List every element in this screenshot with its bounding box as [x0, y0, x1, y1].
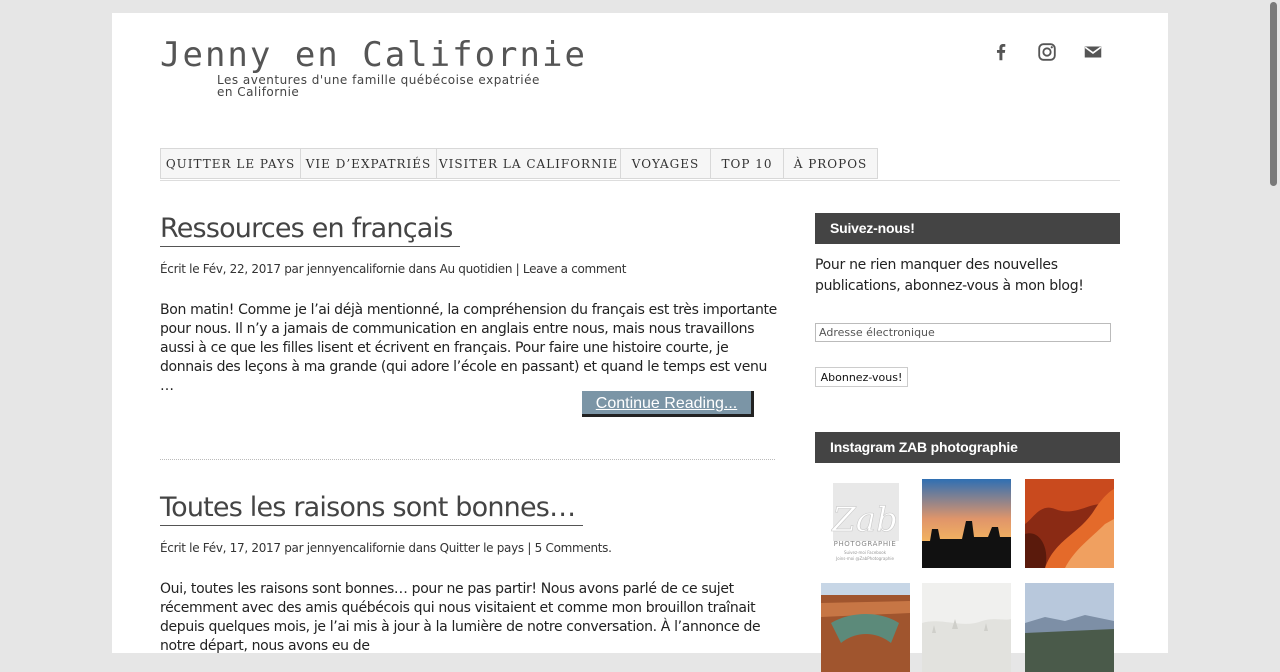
site-title[interactable]: Jenny en Californie: [160, 35, 587, 75]
post-title[interactable]: Ressources en français: [160, 213, 461, 247]
email-input[interactable]: [815, 323, 1111, 342]
post-meta-separator: |: [512, 262, 523, 276]
instagram-thumb-canyon[interactable]: [1025, 479, 1114, 568]
post-comments-link[interactable]: Leave a comment: [523, 262, 627, 276]
instagram-thumb-mountains[interactable]: [1025, 583, 1114, 672]
facebook-icon[interactable]: [990, 41, 1012, 63]
instagram-icon[interactable]: [1036, 41, 1058, 63]
post-title[interactable]: Toutes les raisons sont bonnes…: [160, 492, 584, 526]
continue-reading-button[interactable]: Continue Reading...: [582, 391, 754, 417]
site-tagline: Les aventures d'une famille québécoise e…: [217, 73, 540, 99]
post-author-link[interactable]: jennyencalifornie: [307, 541, 405, 555]
post-meta-text: dans: [404, 541, 440, 555]
post-author-link[interactable]: jennyencalifornie: [307, 262, 405, 276]
page-scrollbar[interactable]: [1266, 0, 1280, 632]
post-meta-separator: |: [523, 541, 535, 555]
nav-item-quitter-le-pays[interactable]: QUITTER LE PAYS: [160, 148, 301, 179]
post-separator: [160, 459, 775, 460]
post-comments-link[interactable]: 5 Comments.: [535, 541, 612, 555]
zab-logo-line-2: Joins-moi @ZabPhotographie: [835, 556, 894, 561]
subscribe-button[interactable]: Abonnez-vous!: [815, 367, 908, 387]
nav-item-a-propos[interactable]: À PROPOS: [783, 148, 878, 179]
post-category-link[interactable]: Quitter le pays: [440, 541, 525, 555]
nav-item-visiter-la-californie[interactable]: VISITER LA CALIFORNIE: [436, 148, 621, 179]
post-meta: Écrit le Fév, 22, 2017 par jennyencalifo…: [160, 262, 626, 276]
instagram-thumb-sunset[interactable]: [922, 479, 1011, 568]
follow-widget-text: Pour ne rien manquer des nouvelles publi…: [815, 257, 1084, 294]
post-meta-text: dans: [404, 262, 440, 276]
nav-item-top-10[interactable]: TOP 10: [710, 148, 784, 179]
post-excerpt: Bon matin! Comme je l’ai déjà mentionné,…: [160, 302, 777, 394]
scrollbar-thumb[interactable]: [1270, 2, 1277, 186]
instagram-widget-title: Instagram ZAB photographie: [815, 432, 1120, 463]
zab-logo-text: Zab: [831, 500, 898, 540]
instagram-thumb-horseshoe-bend[interactable]: [821, 583, 910, 672]
post-excerpt: Oui, toutes les raisons sont bonnes… pou…: [160, 581, 761, 654]
post-date: Écrit le Fév, 17, 2017 par: [160, 541, 307, 555]
nav-item-voyages[interactable]: VOYAGES: [620, 148, 711, 179]
main-nav: QUITTER LE PAYS VIE D’EXPATRIÉS VISITER …: [160, 148, 1120, 181]
email-icon[interactable]: [1082, 41, 1104, 63]
instagram-thumb-logo[interactable]: Zab PHOTOGRAPHIE Suivez-moi Facebook Joi…: [821, 479, 910, 568]
post-date: Écrit le Fév, 22, 2017 par: [160, 262, 307, 276]
page-container: Jenny en Californie Les aventures d'une …: [112, 13, 1168, 672]
nav-item-vie-expatries[interactable]: VIE D’EXPATRIÉS: [300, 148, 437, 179]
zab-logo-line-1: Suivez-moi Facebook: [844, 550, 887, 555]
post-meta: Écrit le Fév, 17, 2017 par jennyencalifo…: [160, 541, 612, 555]
instagram-thumb-fog[interactable]: [922, 583, 1011, 672]
follow-widget-title: Suivez-nous!: [815, 213, 1120, 244]
post-category-link[interactable]: Au quotidien: [440, 262, 513, 276]
zab-logo-subtext: PHOTOGRAPHIE: [834, 540, 897, 548]
